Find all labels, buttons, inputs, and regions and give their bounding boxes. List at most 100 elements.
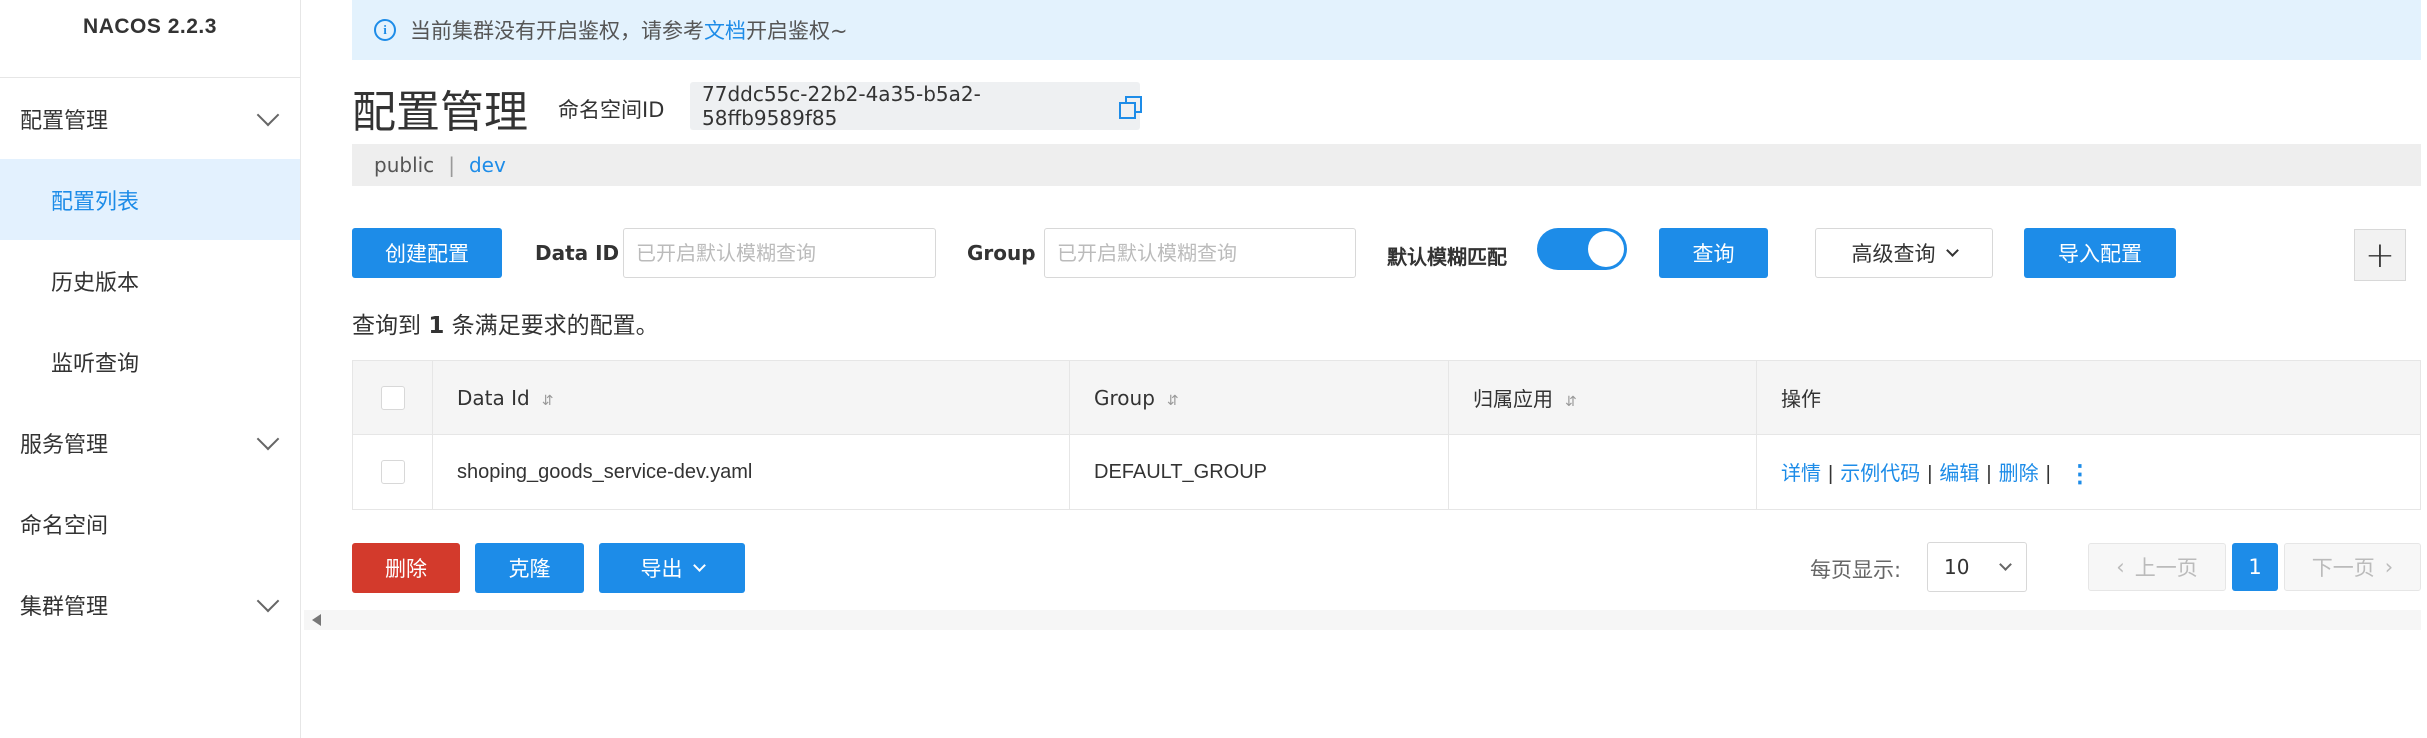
toggle-knob <box>1588 231 1624 267</box>
column-group[interactable]: Group ⇵ <box>1069 360 1449 435</box>
clone-button[interactable]: 克隆 <box>475 543 584 593</box>
namespace-bar: public | dev <box>352 144 2421 186</box>
chevron-down-icon <box>1999 557 2012 571</box>
export-label: 导出 <box>640 557 683 581</box>
group-input[interactable] <box>1044 228 1356 278</box>
batch-delete-button[interactable]: 删除 <box>352 543 460 593</box>
cell-data-id: shoping_goods_service-dev.yaml <box>432 434 1070 510</box>
group-label: Group <box>967 241 1036 265</box>
table-row: shoping_goods_service-dev.yaml DEFAULT_G… <box>352 434 2421 510</box>
advanced-query-button[interactable]: 高级查询 <box>1815 228 1993 278</box>
chevron-down-icon <box>256 589 280 612</box>
column-label: 归属应用 <box>1473 387 1553 411</box>
chevron-down-icon <box>256 427 280 450</box>
advanced-query-label: 高级查询 <box>1851 242 1936 266</box>
notice-prefix: 当前集群没有开启鉴权，请参考 <box>410 19 704 43</box>
page-size-label: 每页显示: <box>1810 558 1902 582</box>
cell-group: DEFAULT_GROUP <box>1069 434 1449 510</box>
chevron-right-icon: › <box>2384 555 2394 579</box>
column-label: Data Id <box>457 385 530 410</box>
namespace-dev[interactable]: dev <box>469 153 506 177</box>
sidebar-item-service-management[interactable]: 服务管理 <box>0 402 300 483</box>
chevron-left-icon: ‹ <box>2116 555 2125 579</box>
sidebar-item-label: 监听查询 <box>51 351 140 377</box>
namespace-id-value: 77ddc55c-22b2-4a35-b5a2-58ffb9589f85 <box>702 82 981 130</box>
chevron-down-icon <box>256 103 280 126</box>
sidebar-item-history[interactable]: 历史版本 <box>0 240 300 321</box>
detail-link[interactable]: 详情 <box>1781 463 1821 485</box>
result-count: 1 <box>428 313 445 339</box>
delete-link[interactable]: 删除 <box>1999 463 2039 485</box>
chevron-down-icon <box>692 558 706 572</box>
namespace-id-box: 77ddc55c-22b2-4a35-b5a2-58ffb9589f85 <box>690 82 1142 130</box>
sidebar-item-listener-query[interactable]: 监听查询 <box>0 321 300 402</box>
namespace-id-label: 命名空间ID <box>558 98 665 122</box>
info-icon: i <box>374 19 396 41</box>
result-prefix: 查询到 <box>352 313 421 339</box>
data-id-label: Data ID <box>535 241 620 265</box>
namespace-separator: | <box>448 153 455 177</box>
next-page-button[interactable]: 下一页 › <box>2284 543 2421 591</box>
prev-page-label: 上一页 <box>2134 556 2198 580</box>
action-separator: | <box>2045 463 2051 486</box>
page-title: 配置管理 <box>352 87 528 138</box>
column-label: Group <box>1094 385 1155 410</box>
action-separator: | <box>1828 463 1834 486</box>
import-config-button[interactable]: 导入配置 <box>2024 228 2176 278</box>
table-header-row: Data Id ⇵ Group ⇵ 归属应用 ⇵ 操作 <box>352 360 2421 435</box>
next-page-label: 下一页 <box>2311 556 2375 580</box>
result-summary: 查询到 1 条满足要求的配置。 <box>352 306 659 340</box>
namespace-public[interactable]: public <box>374 153 434 177</box>
sort-icon[interactable]: ⇵ <box>1565 394 1577 410</box>
brand-logo: NACOS 2.2.3 <box>0 0 300 78</box>
notice-suffix: 开启鉴权~ <box>746 19 848 43</box>
edit-link[interactable]: 编辑 <box>1939 463 1979 485</box>
column-app[interactable]: 归属应用 ⇵ <box>1448 360 1757 435</box>
select-all-checkbox[interactable] <box>380 386 405 411</box>
sample-code-link[interactable]: 示例代码 <box>1840 463 1920 485</box>
sort-icon[interactable]: ⇵ <box>542 393 554 409</box>
result-suffix: 条满足要求的配置。 <box>451 313 659 339</box>
column-actions: 操作 <box>1756 360 2421 435</box>
sidebar-item-label: 命名空间 <box>20 513 109 539</box>
prev-page-button[interactable]: ‹ 上一页 <box>2088 543 2226 591</box>
scroll-left-icon[interactable] <box>312 614 321 626</box>
cell-app <box>1448 434 1757 510</box>
horizontal-scrollbar[interactable] <box>304 610 2421 630</box>
chevron-down-icon <box>1945 243 1959 257</box>
sidebar-item-label: 配置列表 <box>51 189 140 215</box>
sidebar-item-config-management[interactable]: 配置管理 <box>0 78 300 159</box>
sidebar-item-config-list[interactable]: 配置列表 <box>0 159 300 240</box>
page-size-select[interactable]: 10 <box>1927 542 2027 592</box>
sidebar-item-label: 历史版本 <box>51 270 140 296</box>
current-page-button[interactable]: 1 <box>2232 543 2278 591</box>
query-button[interactable]: 查询 <box>1659 228 1768 278</box>
action-separator: | <box>1927 463 1933 486</box>
config-table: Data Id ⇵ Group ⇵ 归属应用 ⇵ 操作 shoping_goods_s… <box>352 360 2421 510</box>
column-label: 操作 <box>1781 387 1821 411</box>
fuzzy-match-toggle[interactable] <box>1537 228 1627 270</box>
cell-actions: 详情 | 示例代码 | 编辑 | 删除 | ⋮ <box>1756 434 2421 510</box>
row-select-cell <box>352 434 433 510</box>
sidebar-item-namespace[interactable]: 命名空间 <box>0 483 300 564</box>
page-size-value: 10 <box>1944 555 1970 579</box>
sidebar-item-label: 集群管理 <box>20 594 109 620</box>
column-data-id[interactable]: Data Id ⇵ <box>432 360 1070 435</box>
more-actions-icon[interactable]: ⋮ <box>2068 462 2092 487</box>
row-checkbox[interactable] <box>380 460 405 484</box>
action-separator: | <box>1986 463 1992 486</box>
sort-icon[interactable]: ⇵ <box>1167 393 1179 409</box>
auth-notice: i 当前集群没有开启鉴权，请参考 文档 开启鉴权~ <box>352 0 2421 60</box>
fuzzy-match-label: 默认模糊匹配 <box>1387 245 1507 269</box>
sidebar-item-label: 配置管理 <box>20 108 109 134</box>
data-id-input[interactable] <box>623 228 936 278</box>
copy-icon[interactable] <box>1118 95 1142 119</box>
plus-icon[interactable]: + <box>2354 229 2406 281</box>
sidebar-item-label: 服务管理 <box>20 432 109 458</box>
notice-doc-link[interactable]: 文档 <box>704 15 746 45</box>
sidebar-item-cluster-management[interactable]: 集群管理 <box>0 564 300 645</box>
export-button[interactable]: 导出 <box>599 543 745 593</box>
sidebar: NACOS 2.2.3 配置管理 配置列表 历史版本 监听查询 服务管理 命名空… <box>0 0 301 738</box>
select-all-cell <box>352 360 433 435</box>
create-config-button[interactable]: 创建配置 <box>352 228 502 278</box>
